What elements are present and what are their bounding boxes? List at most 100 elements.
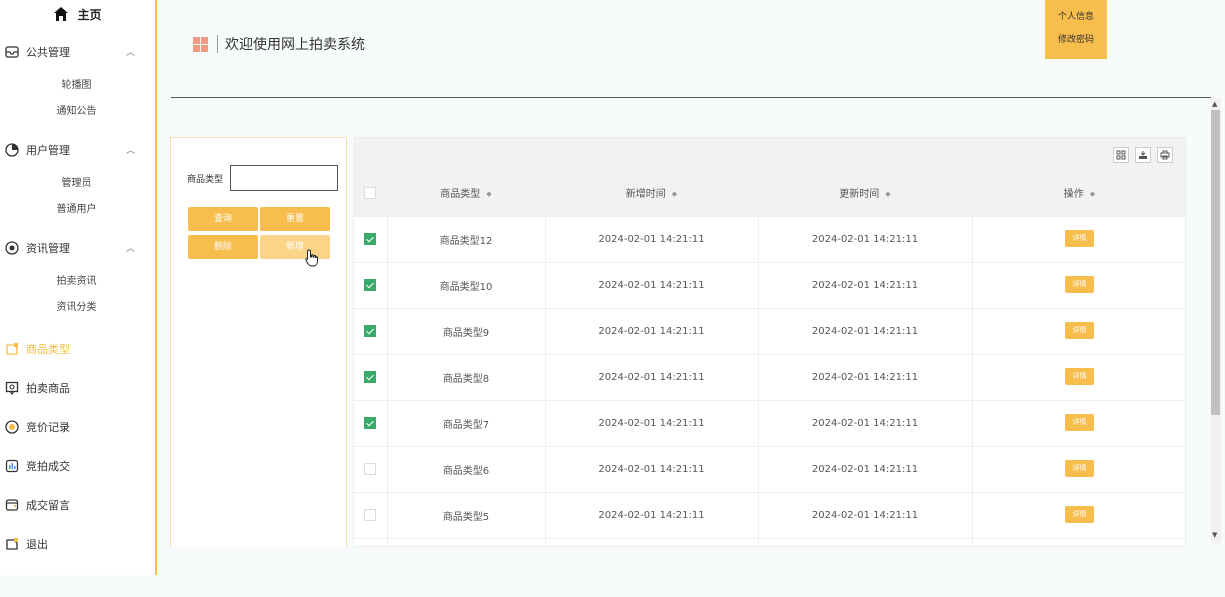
row-checkbox[interactable]: [364, 463, 377, 475]
exit-icon: [5, 537, 19, 551]
info-circle-icon: [5, 241, 19, 255]
sidebar-group-users[interactable]: 用户管理 ︿: [0, 133, 155, 167]
sort-icon[interactable]: ◆: [486, 190, 491, 198]
scroll-up-icon[interactable]: ▲: [1212, 100, 1217, 108]
sidebar-item-notice[interactable]: 通知公告: [0, 99, 155, 125]
updated-time-cell: 2024-02-01 14:21:11: [758, 400, 973, 447]
sidebar-item-admin[interactable]: 管理员: [0, 171, 155, 197]
column-header-label: 更新时间: [839, 189, 880, 201]
sidebar-item-bid-records[interactable]: 竞价记录: [0, 407, 155, 446]
table-row[interactable]: 商品类型5 2024-02-01 14:21:11 2024-02-01 14:21…: [354, 492, 1185, 539]
type-cell: 商品类型5: [387, 492, 546, 539]
table-row[interactable]: 商品类型8 2024-02-01 14:21:11 2024-02-01 14:21…: [354, 354, 1185, 401]
detail-button[interactable]: 详情: [1065, 505, 1094, 523]
select-all-checkbox[interactable]: [364, 186, 377, 199]
sidebar-item-deals[interactable]: 竞拍成交: [0, 446, 155, 485]
type-cell: 商品类型12: [387, 216, 546, 263]
column-header[interactable]: 新增时间 ◆: [545, 170, 759, 217]
search-label: 商品类型: [187, 175, 224, 185]
row-checkbox[interactable]: [364, 417, 377, 429]
detail-button[interactable]: 详情: [1065, 229, 1094, 247]
export-icon: [1139, 151, 1147, 159]
action-cell: 详情: [972, 492, 1185, 539]
column-header[interactable]: 商品类型 ◆: [387, 170, 546, 217]
column-header-label: 新增时间: [625, 189, 666, 201]
delete-button[interactable]: 删除: [188, 235, 258, 259]
action-cell: [972, 538, 1185, 546]
reset-button[interactable]: 重置: [260, 207, 330, 231]
column-header[interactable]: 操作 ◆: [972, 170, 1185, 217]
table-toolbar: [354, 138, 1185, 170]
sort-icon[interactable]: ◆: [885, 190, 890, 198]
row-select-cell: [354, 400, 388, 447]
sidebar-group-news[interactable]: 资讯管理 ︿: [0, 231, 155, 265]
columns-toggle-button[interactable]: [1113, 147, 1129, 163]
sidebar-group-label: 资讯管理: [26, 242, 70, 255]
sidebar-group-public[interactable]: 公共管理 ︿: [0, 35, 155, 69]
scroll-down-icon[interactable]: ▼: [1212, 531, 1217, 539]
table-row[interactable]: [354, 538, 1185, 546]
sidebar-item-carousel[interactable]: 轮播图: [0, 73, 155, 99]
sidebar-item-auction-goods[interactable]: 拍卖商品: [0, 368, 155, 407]
row-checkbox[interactable]: [364, 509, 377, 521]
sort-icon[interactable]: ◆: [672, 190, 677, 198]
sidebar-item-logout[interactable]: 退出: [0, 524, 155, 563]
print-button[interactable]: [1157, 147, 1173, 163]
chart-icon: [5, 459, 19, 473]
sidebar: 主页 公共管理 ︿ 轮播图 通知公告 用户管理 ︿ 管理员 普通用户 资讯管理 …: [0, 0, 157, 575]
sidebar-item-product-type[interactable]: 商品类型: [0, 329, 155, 368]
row-checkbox[interactable]: [364, 279, 377, 291]
select-all-cell: [354, 170, 388, 217]
sidebar-item-normal-user[interactable]: 普通用户: [0, 197, 155, 223]
table-header-row: 商品类型 ◆ 新增时间 ◆ 更新时间 ◆ 操作 ◆: [354, 170, 1185, 217]
table-row[interactable]: 商品类型12 2024-02-01 14:21:11 2024-02-01 14:2…: [354, 216, 1185, 263]
chevron-up-icon: ︿: [126, 146, 136, 156]
print-icon: [1160, 150, 1170, 160]
row-checkbox[interactable]: [364, 233, 377, 245]
detail-button[interactable]: 详情: [1065, 413, 1094, 431]
table-row[interactable]: 商品类型6 2024-02-01 14:21:11 2024-02-01 14:21…: [354, 446, 1185, 493]
updated-time-cell: 2024-02-01 14:21:11: [758, 308, 973, 355]
detail-button[interactable]: 详情: [1065, 275, 1094, 293]
row-select-cell: [354, 492, 388, 539]
sidebar-group-label: 用户管理: [26, 144, 70, 157]
created-time-cell: [545, 538, 759, 546]
export-button[interactable]: [1135, 147, 1151, 163]
add-button[interactable]: 新增: [260, 235, 330, 259]
action-cell: 详情: [972, 216, 1185, 263]
mail-icon: [5, 45, 19, 59]
action-cell: 详情: [972, 446, 1185, 493]
sidebar-item-auction-news[interactable]: 拍卖资讯: [0, 269, 155, 295]
detail-button[interactable]: 详情: [1065, 321, 1094, 339]
updated-time-cell: 2024-02-01 14:21:11: [758, 262, 973, 309]
sidebar-item-news-category[interactable]: 资讯分类: [0, 295, 155, 321]
title-divider: [217, 35, 218, 53]
column-header[interactable]: 更新时间 ◆: [758, 170, 973, 217]
change-password-link[interactable]: 修改密码: [1045, 29, 1107, 58]
sort-icon[interactable]: ◆: [1090, 190, 1095, 198]
sidebar-group-label: 公共管理: [26, 46, 70, 59]
row-select-cell: [354, 262, 388, 309]
search-input[interactable]: [230, 165, 338, 191]
sidebar-item-label: 商品类型: [26, 342, 70, 356]
sidebar-item-deal-messages[interactable]: 成交留言: [0, 485, 155, 524]
sidebar-home[interactable]: 主页: [0, 0, 155, 28]
row-checkbox[interactable]: [364, 371, 377, 383]
chevron-up-icon: ︿: [126, 244, 136, 254]
created-time-cell: 2024-02-01 14:21:11: [545, 492, 759, 539]
title-wrap: 欢迎使用网上拍卖系统: [193, 34, 365, 54]
scrollbar-thumb[interactable]: [1211, 110, 1220, 415]
sidebar-item-label: 竞价记录: [26, 420, 70, 434]
table-row[interactable]: 商品类型7 2024-02-01 14:21:11 2024-02-01 14:21…: [354, 400, 1185, 447]
profile-link[interactable]: 个人信息: [1045, 0, 1107, 29]
row-select-cell: [354, 538, 388, 546]
detail-button[interactable]: 详情: [1065, 367, 1094, 385]
query-button[interactable]: 查询: [188, 207, 258, 231]
table-row[interactable]: 商品类型9 2024-02-01 14:21:11 2024-02-01 14:21…: [354, 308, 1185, 355]
tag-icon: [5, 342, 19, 356]
row-checkbox[interactable]: [364, 325, 377, 337]
auction-icon: [5, 381, 19, 395]
created-time-cell: 2024-02-01 14:21:11: [545, 262, 759, 309]
table-row[interactable]: 商品类型10 2024-02-01 14:21:11 2024-02-01 14:2…: [354, 262, 1185, 309]
detail-button[interactable]: 详情: [1065, 459, 1094, 477]
